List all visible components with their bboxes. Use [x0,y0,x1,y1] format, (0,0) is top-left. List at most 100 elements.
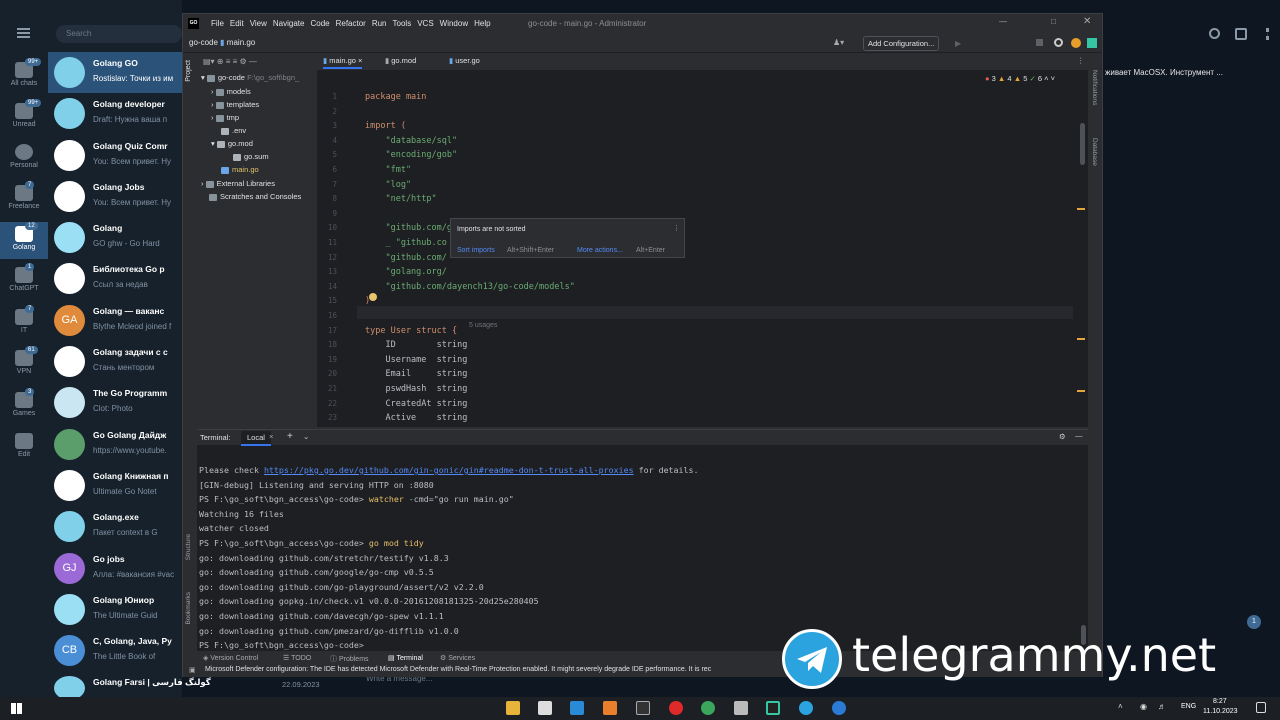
bulb-icon[interactable] [369,293,377,301]
user-icon[interactable]: ♟▾ [833,38,844,47]
app-icon[interactable] [832,701,846,715]
menu-edit[interactable]: Edit [230,19,244,28]
vscode-icon[interactable] [570,701,584,715]
tree-root[interactable]: ▾ go-code F:\go_soft\bgn_ [201,73,299,82]
language-indicator[interactable]: ENG [1181,703,1196,710]
calculator-icon[interactable] [538,701,552,715]
chat-item[interactable]: Библиотека Go p Ссыл за недав [48,258,182,299]
folder-it[interactable]: 7 IT [0,305,48,334]
chat-item[interactable]: Golang.exe Пакет context в G [48,506,182,547]
project-tool-window-tab[interactable]: Project [185,60,192,82]
terminal-icon[interactable] [636,701,650,715]
search-icon[interactable] [1209,28,1220,39]
menu-tools[interactable]: Tools [393,19,412,28]
tree-folder-models[interactable]: › models [211,87,251,96]
tab-services[interactable]: ⚙ Services [440,654,475,662]
stop-icon[interactable] [1036,39,1043,46]
bookmarks-tab[interactable]: Bookmarks [185,592,192,625]
tray-arrow-icon[interactable]: ˄ [1118,702,1123,711]
chat-item[interactable]: Golang Юниор The Ultimate Guid [48,589,182,630]
chat-item[interactable]: Golang Quiz Comr You: Всем привет. Ну [48,135,182,176]
hamburger-menu-icon[interactable] [17,28,30,38]
notifications-tab[interactable]: Notifications [1091,70,1098,105]
windows-start-icon[interactable] [11,703,22,714]
clock-date[interactable]: 11.10.2023 [1203,708,1238,715]
tab-problems[interactable]: ⓘ Problems [330,654,369,664]
telegram-taskbar-icon[interactable] [799,701,813,715]
folder-personal[interactable]: Personal [0,144,48,169]
menu-file[interactable]: File [211,19,224,28]
chat-item[interactable]: GJ Go jobs Алла: #вакансия #vac [48,548,182,589]
update-icon[interactable] [1071,38,1081,48]
volume-icon[interactable]: ♬ [1158,702,1166,711]
database-tab[interactable]: Database [1091,138,1098,166]
chat-item[interactable]: Golang Farsi | گولنگ فارسی [48,671,211,700]
menu-vcs[interactable]: VCS [417,19,433,28]
sublime-icon[interactable] [603,701,617,715]
chat-item[interactable]: CB C, Golang, Java, Py The Little Book of [48,630,182,671]
tabs-more-icon[interactable]: ⋮ [1077,56,1085,65]
folder-games[interactable]: 3 Games [0,388,48,417]
tree-file-maingo[interactable]: main.go [221,165,259,174]
menu-window[interactable]: Window [440,19,468,28]
chevron-down-icon[interactable]: ⌄ [303,432,309,441]
tree-file-gomod[interactable]: ▾ go.mod [211,139,253,148]
wifi-icon[interactable]: ◉ [1140,702,1147,711]
folder-unread[interactable]: 99+ Unread [0,99,48,128]
opera-icon[interactable] [669,701,683,715]
chat-item[interactable]: Golang GO Rostislav: Точки из им [48,52,182,93]
menu-code[interactable]: Code [310,19,329,28]
menu-help[interactable]: Help [474,19,490,28]
chat-item[interactable]: Golang Книжная п Ultimate Go Notet [48,465,182,506]
gear-icon[interactable]: ⚙ [1059,432,1066,441]
tab-version-control[interactable]: ◈ Version Control [203,654,258,662]
chat-item[interactable]: Golang developer Draft: Нужна ваша п [48,93,182,134]
chat-item[interactable]: Golang Jobs You: Всем привет. Ну [48,176,182,217]
minimize-panel-icon[interactable]: — [1075,431,1083,440]
folder-vpn[interactable]: 61 VPN [0,346,48,375]
tab-user-go[interactable]: ▮ user.go [449,56,480,65]
goland-taskbar-icon[interactable] [766,701,780,715]
close-tab-icon[interactable]: × [269,432,273,441]
search-icon[interactable] [1054,38,1063,47]
add-tab-icon[interactable]: + [287,431,293,442]
folder-edit[interactable]: Edit [0,433,48,458]
structure-tab[interactable]: Structure [185,534,192,560]
tab-terminal[interactable]: ▤ Terminal [388,654,423,662]
minimize-button[interactable]: — [999,17,1007,26]
code-editor[interactable]: ▮ main.go × ▮ go.mod ▮ user.go ⋮ ● 3 ▲ 4… [317,53,1088,427]
clock-time[interactable]: 8:27 [1213,698,1227,705]
chat-item[interactable]: Golang задачи с с Стань ментором [48,341,182,382]
tree-file-gosum[interactable]: go.sum [233,152,269,161]
search-input[interactable]: Search [56,25,182,43]
sidebar-toggle-icon[interactable] [1235,28,1247,40]
chat-item[interactable]: GA Golang — ваканс Blythe Mcleod joined f [48,300,182,341]
tree-external-libraries[interactable]: › External Libraries [201,179,275,188]
maximize-button[interactable]: □ [1051,17,1056,26]
terminal-panel[interactable]: Terminal: Local × + ⌄ ⚙ — Please check h… [197,429,1088,651]
usages-hint[interactable]: 5 usages [469,322,497,329]
calculator-app-icon[interactable] [734,701,748,715]
tab-main-go[interactable]: ▮ main.go × [323,56,363,69]
menu-run[interactable]: Run [372,19,387,28]
run-icon[interactable]: ▶ [955,39,961,48]
chrome-icon[interactable] [701,701,715,715]
terminal-link[interactable]: https://pkg.go.dev/github.com/gin-gonic/… [264,465,634,475]
chat-item[interactable]: Go Golang Дайдж https://www.youtube. [48,424,182,465]
tab-go-mod[interactable]: ▮ go.mod [385,56,416,65]
tree-folder-templates[interactable]: › templates [211,100,259,109]
goland-icon[interactable] [1087,38,1097,48]
more-actions-link[interactable]: More actions... [577,247,623,254]
file-explorer-icon[interactable] [506,701,520,715]
menu-navigate[interactable]: Navigate [273,19,305,28]
status-message[interactable]: Microsoft Defender configuration: The ID… [205,666,711,673]
more-icon[interactable] [1266,28,1269,40]
add-configuration-button[interactable]: Add Configuration... [863,36,940,51]
close-button[interactable]: ✕ [1083,16,1091,27]
menu-refactor[interactable]: Refactor [336,19,366,28]
tree-scratches[interactable]: Scratches and Consoles [209,192,301,201]
chat-item[interactable]: The Go Programm Clot: Photo [48,382,182,423]
inspection-widget[interactable]: ● 3 ▲ 4 ▲ 5 ✓ 6 ˄ ˅ [985,74,1055,83]
editor-scrollbar[interactable] [1080,123,1085,165]
sort-imports-link[interactable]: Sort imports [457,247,495,254]
